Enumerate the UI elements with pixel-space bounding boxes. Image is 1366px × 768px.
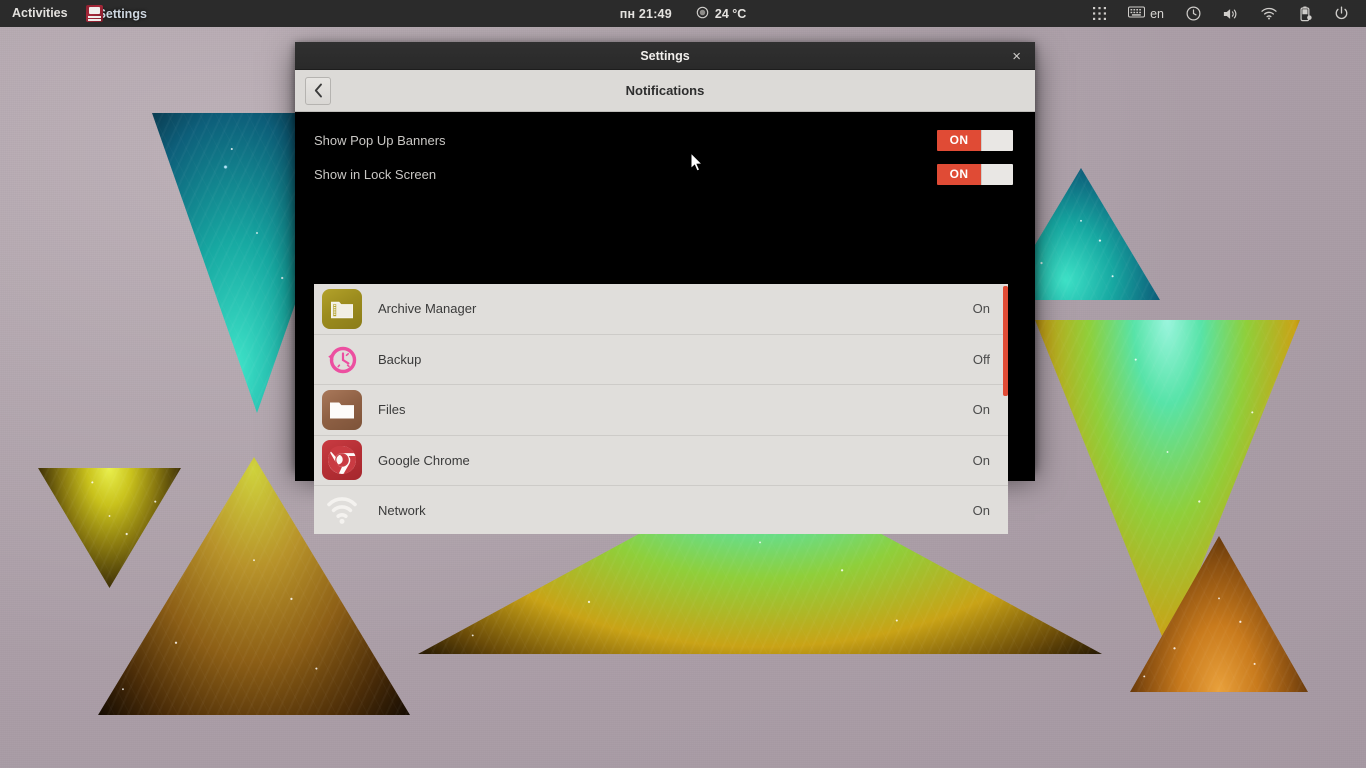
keyboard-layout-indicator[interactable]: en [1117,0,1175,27]
clock-status-icon[interactable] [1175,0,1212,27]
toggle-state-label: ON [937,163,981,185]
settings-window: Settings × Notifications Show Pop Up Ban… [295,42,1035,534]
app-name: Backup [378,351,422,367]
weather-icon [696,6,709,22]
app-state: On [972,301,990,317]
system-tray: en [1082,0,1366,27]
window-titlebar[interactable]: Settings × [295,42,1035,70]
list-item[interactable]: Archive Manager On [314,284,1008,335]
close-icon[interactable]: × [1008,42,1025,70]
weather-indicator[interactable]: 24 °C [696,6,746,22]
app-state: On [972,402,990,418]
page-title: Notifications [625,83,705,98]
window-list-item-settings[interactable]: Settings [78,0,155,27]
app-name: Google Chrome [378,452,470,468]
power-icon[interactable] [1323,0,1360,27]
google-chrome-icon [322,440,362,481]
settings-app-icon [85,5,103,22]
header-bar: Notifications [295,70,1035,112]
back-button[interactable] [305,76,331,105]
activities-button[interactable]: Activities [0,0,78,27]
list-item[interactable]: Network On [314,486,1008,534]
app-grid-icon[interactable] [1082,0,1117,27]
toggle-state-label: ON [937,129,981,151]
app-state: On [972,452,990,468]
window-list-label: Settings [97,6,147,21]
toggle-knob[interactable] [981,129,1013,151]
toggle-knob[interactable] [981,163,1013,185]
setting-row-popup-banners[interactable]: Show Pop Up Banners ON [295,123,1035,157]
application-list[interactable]: Archive Manager On Backup Off Files On G… [314,284,1008,534]
settings-content: Show Pop Up Banners ON Show in Lock Scre… [295,123,1035,534]
setting-label: Show Pop Up Banners [314,132,446,148]
top-bar: Activities Settings пн 21:49 24 °C en [0,0,1366,27]
battery-icon[interactable] [1288,0,1323,27]
list-item[interactable]: Backup Off [314,334,1008,385]
toggle-popup-banners[interactable]: ON [936,128,1014,152]
app-state: On [972,503,990,519]
chevron-left-icon [314,83,322,98]
keyboard-layout-label: en [1150,6,1164,21]
setting-label: Show in Lock Screen [314,166,437,182]
list-item[interactable]: Files On [314,385,1008,436]
wifi-icon[interactable] [1250,0,1288,27]
app-name: Network [378,503,426,519]
app-name: Files [378,402,406,418]
network-icon [322,491,362,531]
app-name: Archive Manager [378,301,477,317]
backup-icon [322,339,362,379]
toggle-lock-screen[interactable]: ON [936,162,1014,186]
keyboard-layout-icon [1128,6,1146,21]
volume-icon[interactable] [1212,0,1250,27]
scrollbar-thumb[interactable] [1003,286,1008,396]
clock-button[interactable]: пн 21:49 [620,7,672,21]
app-state: Off [972,351,990,367]
list-scrollbar[interactable] [1003,284,1008,534]
weather-value: 24 °C [714,6,747,21]
setting-row-lock-screen[interactable]: Show in Lock Screen ON [295,157,1035,191]
list-item[interactable]: Google Chrome On [314,435,1008,486]
files-icon [322,389,362,430]
window-title: Settings [640,48,690,63]
archive-manager-icon [322,288,362,329]
